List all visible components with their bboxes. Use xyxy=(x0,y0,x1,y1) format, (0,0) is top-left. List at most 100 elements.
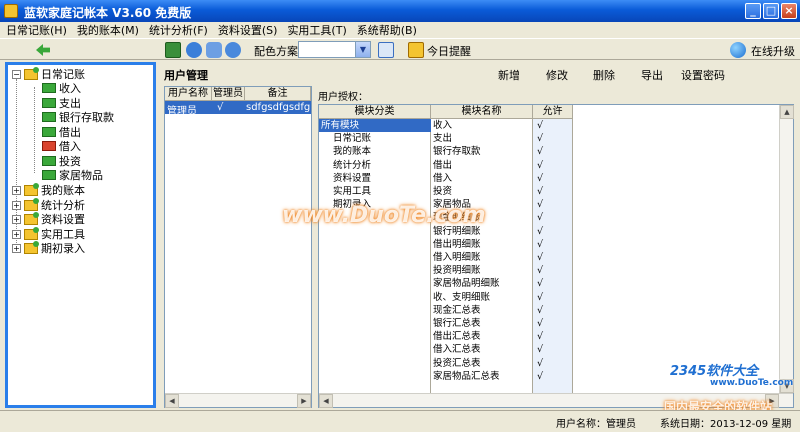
allow-checkbox[interactable]: √ xyxy=(537,145,543,158)
menu-stats[interactable]: 统计分析(F) xyxy=(149,22,208,38)
allow-checkbox[interactable]: √ xyxy=(537,291,543,304)
chevron-down-icon[interactable]: ▼ xyxy=(355,42,370,57)
allow-checkbox[interactable]: √ xyxy=(537,304,543,317)
tree-leaf-borrow[interactable]: 借入 xyxy=(42,139,81,153)
module-name-cell: 借出 xyxy=(433,159,453,171)
user-table[interactable]: 用户名称 管理员 备注 管理员 √ sdfgsdfgsdfg ◀ ▶ xyxy=(164,86,312,408)
column-header[interactable]: 用户名称 xyxy=(165,87,212,101)
menu-ledger[interactable]: 我的账本(M) xyxy=(77,22,139,38)
duote-watermark: www.DuoTe.com xyxy=(282,203,486,228)
tree-node-ledger[interactable]: + 我的账本 xyxy=(12,182,85,197)
allow-checkbox[interactable]: √ xyxy=(537,238,543,251)
tools-icon[interactable] xyxy=(206,42,222,58)
menu-help[interactable]: 系统帮助(B) xyxy=(357,22,417,38)
globe-edit-icon[interactable] xyxy=(186,42,202,58)
allow-checkbox[interactable]: √ xyxy=(537,330,543,343)
allow-checkbox[interactable]: √ xyxy=(537,277,543,290)
back-arrow-icon[interactable] xyxy=(36,44,50,56)
edit-button[interactable]: 修改 xyxy=(546,67,568,83)
allow-checkbox[interactable]: √ xyxy=(537,357,543,370)
allow-checkbox[interactable]: √ xyxy=(537,251,543,264)
reminder-icon[interactable] xyxy=(408,42,424,58)
close-button[interactable]: × xyxy=(781,3,797,19)
table-row[interactable]: 管理员 √ sdfgsdfgsdfg xyxy=(165,101,311,117)
scheme-select[interactable]: ▼ xyxy=(298,41,371,58)
set-password-button[interactable]: 设置密码 xyxy=(681,67,725,83)
allow-checkbox[interactable]: √ xyxy=(537,119,543,132)
menu-daily[interactable]: 日常记账(H) xyxy=(6,22,67,38)
expand-icon[interactable]: + xyxy=(12,200,21,210)
online-upgrade-button[interactable]: 在线升级 xyxy=(751,43,795,59)
ledger-icon xyxy=(42,156,56,166)
expand-icon[interactable]: + xyxy=(12,243,21,253)
expand-icon[interactable]: + xyxy=(12,185,21,195)
category-item[interactable]: 我的账本 xyxy=(333,145,371,158)
tree-leaf-invest[interactable]: 投资 xyxy=(42,154,81,168)
scroll-left-icon[interactable]: ◀ xyxy=(319,394,333,408)
calculator-icon[interactable] xyxy=(165,42,181,58)
allow-checkbox[interactable]: √ xyxy=(537,132,543,145)
tree-node-opening[interactable]: + 期初录入 xyxy=(12,240,85,255)
category-item[interactable]: 实用工具 xyxy=(333,185,371,198)
scroll-left-icon[interactable]: ◀ xyxy=(165,394,179,408)
allow-checkbox[interactable]: √ xyxy=(537,370,543,383)
menu-tools[interactable]: 实用工具(T) xyxy=(287,22,346,38)
tree-leaf-expense[interactable]: 支出 xyxy=(42,96,81,110)
maximize-button[interactable]: □ xyxy=(763,3,779,19)
collapse-icon[interactable]: − xyxy=(12,69,21,79)
expand-icon[interactable]: + xyxy=(12,214,21,224)
allow-checkbox[interactable]: √ xyxy=(537,225,543,238)
column-header[interactable]: 备注 xyxy=(245,87,311,101)
column-header[interactable]: 模块分类 xyxy=(319,105,431,119)
tree-leaf-lend[interactable]: 借出 xyxy=(42,125,81,139)
page-title: 用户管理 xyxy=(164,69,208,82)
online-upgrade-icon[interactable] xyxy=(730,42,746,58)
column-header[interactable]: 管理员 xyxy=(212,87,245,101)
refresh-icon[interactable] xyxy=(225,42,241,58)
allow-checkbox[interactable]: √ xyxy=(537,172,543,185)
column-header[interactable]: 允许 xyxy=(533,105,573,119)
ledger-icon xyxy=(42,83,56,93)
status-date: 系统日期：2013-12-09 星期一 xyxy=(660,419,792,430)
tree-leaf-income[interactable]: 收入 xyxy=(42,81,81,95)
category-item[interactable]: 资料设置 xyxy=(333,172,371,185)
scroll-up-icon[interactable]: ▲ xyxy=(780,105,794,119)
category-item[interactable]: 统计分析 xyxy=(333,159,371,172)
tree-node-tools[interactable]: + 实用工具 xyxy=(12,226,85,241)
today-reminder-button[interactable]: 今日提醒 xyxy=(427,43,471,59)
tree-node-settings[interactable]: + 资料设置 xyxy=(12,211,85,226)
scroll-right-icon[interactable]: ▶ xyxy=(297,394,311,408)
status-user: 用户名称：管理员 xyxy=(556,419,636,430)
category-item[interactable]: 所有模块 xyxy=(321,119,359,132)
allow-checkbox[interactable]: √ xyxy=(537,159,543,172)
module-name-cell: 借入 xyxy=(433,172,453,184)
tree-node-daily[interactable]: − 日常记账 xyxy=(12,66,85,81)
column-header[interactable]: 模块名称 xyxy=(431,105,533,119)
brand-watermark: 2345软件大全 xyxy=(670,364,759,379)
main-header: 用户管理 新增 修改 删除 导出 设置密码 xyxy=(160,62,800,82)
module-name-cell: 借出汇总表 xyxy=(433,331,481,343)
minimize-button[interactable]: _ xyxy=(745,3,761,19)
add-button[interactable]: 新增 xyxy=(498,67,520,83)
menu-settings[interactable]: 资料设置(S) xyxy=(218,22,278,38)
expand-icon[interactable]: + xyxy=(12,229,21,239)
category-item[interactable]: 日常记账 xyxy=(333,132,371,145)
allow-checkbox[interactable]: √ xyxy=(537,198,543,211)
allow-checkbox[interactable]: √ xyxy=(537,317,543,330)
tree-node-stats[interactable]: + 统计分析 xyxy=(12,197,85,212)
tree-leaf-household[interactable]: 家居物品 xyxy=(42,168,103,182)
palette-icon[interactable] xyxy=(378,42,394,58)
horizontal-scrollbar[interactable]: ◀ ▶ xyxy=(165,393,311,408)
delete-button[interactable]: 删除 xyxy=(593,67,615,83)
allow-checkbox[interactable]: √ xyxy=(537,185,543,198)
export-button[interactable]: 导出 xyxy=(641,67,663,83)
allow-checkbox[interactable]: √ xyxy=(537,264,543,277)
module-name-cell: 借入汇总表 xyxy=(433,344,481,356)
module-name-cell: 收、支明细账 xyxy=(433,291,491,303)
tree-node-label: 期初录入 xyxy=(41,242,85,255)
vertical-scrollbar[interactable]: ▲ ▼ xyxy=(779,105,794,393)
main-panel: 用户管理 新增 修改 删除 导出 设置密码 用户名称 管理员 备注 管理员 √ … xyxy=(160,62,800,408)
tree-leaf-bank[interactable]: 银行存取款 xyxy=(42,110,114,124)
allow-checkbox[interactable]: √ xyxy=(537,211,543,224)
allow-checkbox[interactable]: √ xyxy=(537,343,543,356)
